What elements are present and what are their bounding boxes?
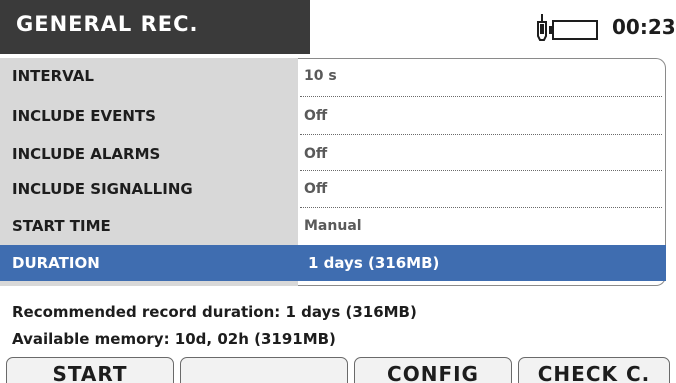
setting-value-include-events[interactable]: Off	[304, 106, 327, 126]
setting-value-include-alarms[interactable]: Off	[304, 144, 327, 164]
row-divider	[300, 96, 662, 97]
setting-label-duration[interactable]: DURATION	[12, 253, 100, 273]
row-divider	[300, 170, 662, 171]
recommended-duration-text: Recommended record duration: 1 days (316…	[12, 303, 417, 321]
row-divider	[300, 134, 662, 135]
setting-label-start-time[interactable]: START TIME	[12, 216, 111, 236]
setting-value-duration[interactable]: 1 days (316MB)	[308, 253, 439, 273]
setting-value-interval[interactable]: 10 s	[304, 66, 337, 86]
config-button[interactable]: CONFIG	[354, 357, 512, 383]
setting-label-include-events[interactable]: INCLUDE EVENTS	[12, 106, 156, 126]
probe-icon	[537, 14, 547, 41]
start-button[interactable]: START	[6, 357, 174, 383]
general-recorder-screen: GENERAL REC. 00:23 INTERVAL 10 s INCLUDE…	[0, 0, 676, 383]
check-connection-button[interactable]: CHECK C.	[518, 357, 670, 383]
setting-label-include-signalling[interactable]: INCLUDE SIGNALLING	[12, 179, 193, 199]
setting-value-start-time[interactable]: Manual	[304, 216, 362, 236]
empty-softkey[interactable]	[180, 357, 348, 383]
setting-label-interval[interactable]: INTERVAL	[12, 66, 94, 86]
setting-value-include-signalling[interactable]: Off	[304, 179, 327, 199]
setting-label-include-alarms[interactable]: INCLUDE ALARMS	[12, 144, 160, 164]
row-divider	[300, 207, 662, 208]
available-memory-text: Available memory: 10d, 02h (3191MB)	[12, 330, 336, 348]
title-bar: GENERAL REC.	[0, 0, 310, 54]
battery-icon	[549, 20, 598, 40]
screen-title: GENERAL REC.	[16, 12, 199, 36]
clock: 00:23	[612, 15, 676, 39]
